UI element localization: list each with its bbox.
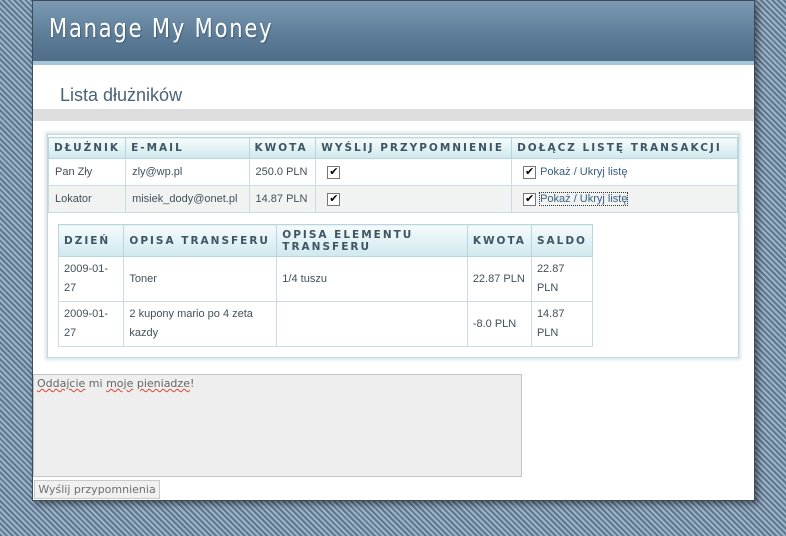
col-header-tx-amount: KWOTA — [466, 224, 532, 257]
message-word: moje — [106, 377, 134, 390]
message-textarea[interactable]: Oddajcie mi moje pieniadze! — [33, 374, 522, 477]
col-header-debtor: DŁUŻNIK — [47, 137, 127, 159]
title-divider — [33, 109, 754, 121]
toggle-list-link[interactable]: Pokaż / Ukryj listę — [540, 166, 627, 178]
attach-list-checkbox[interactable]: ✔ — [523, 165, 537, 179]
send-reminder-checkbox[interactable]: ✔ — [327, 165, 341, 179]
app-window: Manage My Money Lista dłużników DŁUŻNIK … — [32, 0, 755, 501]
debtors-header-row: DŁUŻNIK E-MAIL KWOTA WYŚLIJ PRZYPOMNIENI… — [47, 137, 738, 159]
attach-list-cell: ✔ Pokaż / Ukryj listę — [511, 185, 738, 213]
table-row: 2009-01-27 2 kupony mario po 4 zeta kazd… — [57, 301, 594, 347]
debtor-name: Pan Zły — [47, 158, 127, 186]
page-title: Lista dłużników — [60, 85, 183, 105]
message-word: Oddajcie — [37, 377, 86, 390]
tx-balance: 14.87 PLN — [530, 301, 594, 347]
col-header-send-reminder: WYŚLIJ PRZYPOMNIENIE — [315, 137, 513, 159]
message-word: pieniadze — [136, 377, 190, 390]
message-text: Oddajcie mi moje pieniadze! — [37, 377, 194, 390]
col-header-element-desc: OPISA ELEMENTU TRANSFERU — [276, 224, 468, 257]
debtor-email: zly@wp.pl — [125, 158, 250, 186]
table-row: Lokator misiek_dody@onet.pl 14.87 PLN ✔ … — [47, 185, 738, 213]
send-reminder-cell: ✔ — [315, 185, 513, 213]
debtor-name: Lokator — [47, 185, 127, 213]
col-header-amount: KWOTA — [248, 137, 317, 159]
col-header-balance: SALDO — [530, 224, 594, 257]
attach-list-checkbox[interactable]: ✔ — [523, 192, 537, 206]
send-reminders-button[interactable]: Wyślij przypomnienia — [34, 480, 160, 499]
toggle-list-link[interactable]: Pokaż / Ukryj listę — [539, 192, 629, 206]
send-reminder-cell: ✔ — [315, 158, 513, 186]
table-row: Pan Zły zly@wp.pl 250.0 PLN ✔ ✔ Pokaż / U… — [47, 158, 738, 186]
header-banner: Manage My Money — [33, 1, 754, 65]
table-row: 2009-01-27 Toner 1/4 tuszu 22.87 PLN 22.… — [57, 256, 594, 302]
col-header-email: E-MAIL — [125, 137, 250, 159]
col-header-day: DZIEŃ — [57, 224, 125, 257]
message-word: ! — [189, 377, 195, 390]
send-reminder-checkbox[interactable]: ✔ — [327, 192, 341, 206]
transactions-table: DZIEŃ OPISA TRANSFERU OPISA ELEMENTU TRA… — [57, 224, 594, 347]
tx-amount: 22.87 PLN — [466, 256, 532, 302]
debtors-panel: DŁUŻNIK E-MAIL KWOTA WYŚLIJ PRZYPOMNIENI… — [47, 134, 739, 358]
tx-balance: 22.87 PLN — [530, 256, 594, 302]
attach-list-cell: ✔ Pokaż / Ukryj listę — [511, 158, 738, 186]
tx-amount: -8.0 PLN — [466, 301, 532, 347]
app-logo: Manage My Money — [49, 14, 274, 44]
debtor-email: misiek_dody@onet.pl — [125, 185, 250, 213]
debtor-amount: 14.87 PLN — [248, 185, 317, 213]
tx-transfer-desc: Toner — [123, 256, 278, 302]
col-header-transfer-desc: OPISA TRANSFERU — [123, 224, 278, 257]
tx-element-desc: 1/4 tuszu — [276, 256, 468, 302]
tx-element-desc — [276, 301, 468, 347]
transactions-header-row: DZIEŃ OPISA TRANSFERU OPISA ELEMENTU TRA… — [57, 224, 594, 257]
tx-day: 2009-01-27 — [57, 301, 125, 347]
debtors-table: DŁUŻNIK E-MAIL KWOTA WYŚLIJ PRZYPOMNIENI… — [47, 137, 738, 213]
col-header-attach-list: DOŁĄCZ LISTĘ TRANSAKCJI — [511, 137, 738, 159]
tx-day: 2009-01-27 — [57, 256, 125, 302]
debtor-amount: 250.0 PLN — [248, 158, 317, 186]
tx-transfer-desc: 2 kupony mario po 4 zeta kazdy — [123, 301, 278, 347]
message-word: mi — [88, 377, 103, 390]
